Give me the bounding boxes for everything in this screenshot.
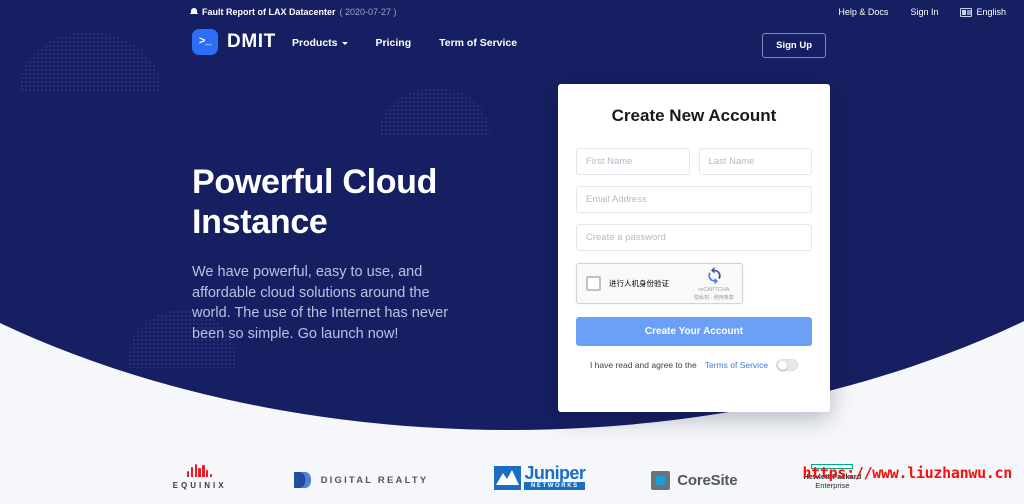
nav-item-products[interactable]: Products bbox=[292, 37, 348, 49]
first-name-input[interactable] bbox=[576, 148, 690, 175]
juniper-networks-subtext: NETWORKS bbox=[524, 482, 586, 490]
top-utility-links: Help & Docs Sign In English bbox=[838, 7, 1006, 17]
terms-of-service-link[interactable]: Terms of Service bbox=[705, 360, 768, 370]
partner-coresite: CoreSite bbox=[651, 471, 738, 490]
nav-item-term-of-service[interactable]: Term of Service bbox=[439, 37, 517, 49]
sign-up-button[interactable]: Sign Up bbox=[762, 33, 826, 58]
juniper-logo-text: Juniper bbox=[524, 463, 586, 483]
hero-title-line-2: Instance bbox=[192, 203, 328, 241]
terms-prefix-text: I have read and agree to the bbox=[589, 360, 697, 370]
digital-realty-logo-text: DIGITAL REALTY bbox=[320, 474, 429, 486]
hero-subtitle: We have powerful, easy to use, and affor… bbox=[192, 264, 449, 342]
password-field-row bbox=[576, 224, 812, 251]
juniper-networks-logo-icon bbox=[494, 465, 522, 490]
fault-report-text: Fault Report of LAX Datacenter bbox=[202, 7, 336, 17]
create-account-button[interactable]: Create Your Account bbox=[576, 317, 812, 346]
translate-icon bbox=[960, 7, 973, 17]
name-field-row bbox=[576, 148, 812, 175]
terminal-prompt-icon: >_ bbox=[192, 29, 218, 55]
terms-agree-toggle[interactable] bbox=[776, 359, 799, 371]
hpe-logo-text-line-2: Enterprise bbox=[815, 481, 850, 490]
email-input[interactable] bbox=[576, 186, 812, 213]
equinix-logo-icon bbox=[187, 464, 213, 477]
last-name-input[interactable] bbox=[698, 148, 812, 175]
main-navigation: >_ DMIT Products Pricing Term of Service… bbox=[0, 28, 1024, 64]
recaptcha-label: 进行人机身份验证 bbox=[609, 279, 669, 288]
brand-name: DMIT bbox=[227, 31, 276, 52]
hero-background bbox=[0, 0, 1024, 504]
digital-realty-logo-icon bbox=[293, 470, 313, 490]
recaptcha-brand-name: reCAPTCHA bbox=[698, 287, 730, 293]
sign-in-link[interactable]: Sign In bbox=[910, 7, 938, 17]
hero-title: Powerful Cloud Instance bbox=[192, 162, 467, 242]
language-label: English bbox=[976, 7, 1006, 17]
nav-links: Products Pricing Term of Service bbox=[292, 37, 517, 49]
partner-digital-realty: DIGITAL REALTY bbox=[293, 470, 429, 490]
partner-juniper-networks: Juniper NETWORKS bbox=[494, 463, 586, 490]
recaptcha-widget[interactable]: 进行人机身份验证 reCAPTCHA 隐私权 - 使用条款 bbox=[576, 263, 743, 304]
password-input[interactable] bbox=[576, 224, 812, 251]
chevron-down-icon bbox=[341, 42, 348, 45]
recaptcha-checkbox[interactable] bbox=[586, 276, 601, 291]
language-selector[interactable]: English bbox=[960, 7, 1006, 17]
brand-logo[interactable]: >_ DMIT bbox=[192, 29, 276, 55]
create-account-card: Create New Account 进行人机身份验证 reCAPTCHA 隐私… bbox=[558, 84, 830, 412]
nav-item-products-label: Products bbox=[292, 37, 338, 49]
partner-equinix: EQUINIX bbox=[173, 464, 227, 490]
card-title: Create New Account bbox=[611, 106, 777, 125]
email-field-row bbox=[576, 186, 812, 213]
hero-title-line-1: Powerful Cloud bbox=[192, 163, 438, 201]
top-utility-bar: Fault Report of LAX Datacenter ( 2020-07… bbox=[0, 0, 1024, 24]
nav-item-pricing[interactable]: Pricing bbox=[376, 37, 412, 49]
fault-report-date: ( 2020-07-27 ) bbox=[339, 7, 397, 17]
bell-icon bbox=[190, 7, 198, 17]
coresite-logo-text: CoreSite bbox=[677, 472, 738, 489]
equinix-logo-text: EQUINIX bbox=[172, 481, 227, 490]
recaptcha-icon bbox=[705, 267, 724, 286]
help-and-docs-link[interactable]: Help & Docs bbox=[838, 7, 888, 17]
recaptcha-branding: reCAPTCHA 隐私权 - 使用条款 bbox=[691, 267, 737, 301]
terms-agreement-row: I have read and agree to the Terms of Se… bbox=[576, 359, 812, 371]
watermark-url: https://www.liuzhanwu.cn bbox=[802, 464, 1012, 482]
recaptcha-terms[interactable]: 隐私权 - 使用条款 bbox=[691, 294, 737, 301]
fault-report-notice[interactable]: Fault Report of LAX Datacenter ( 2020-07… bbox=[190, 7, 397, 17]
hero-copy: Powerful Cloud Instance We have powerful… bbox=[192, 162, 467, 344]
coresite-logo-icon bbox=[651, 471, 671, 490]
